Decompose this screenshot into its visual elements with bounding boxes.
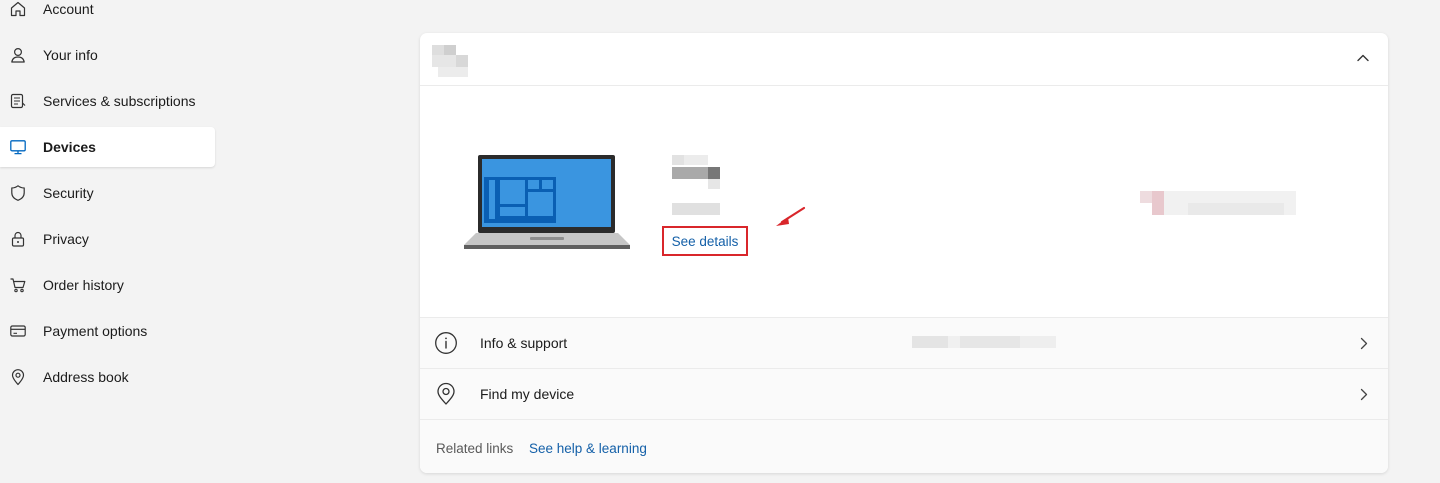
info-icon [435, 332, 457, 354]
sidebar-item-label: Account [43, 1, 94, 17]
sidebar-item-label: Payment options [43, 323, 148, 339]
sidebar-item-label: Services & subscriptions [43, 93, 196, 109]
lock-icon [11, 231, 25, 247]
see-details-link[interactable]: See details [662, 226, 748, 256]
sidebar-item-account[interactable]: Account [0, 0, 215, 29]
monitor-icon [10, 140, 26, 155]
chevron-right-icon [1360, 388, 1368, 401]
person-icon [11, 47, 25, 63]
location-pin-icon [11, 369, 25, 386]
see-help-learning-link[interactable]: See help & learning [529, 441, 647, 456]
related-links-label: Related links [436, 441, 514, 456]
annotation-arrow-icon [776, 206, 806, 226]
shield-icon [11, 185, 25, 201]
sidebar-item-your-info[interactable]: Your info [0, 35, 215, 75]
info-support-label: Info & support [480, 335, 568, 351]
location-pin-icon [437, 382, 455, 405]
find-my-device-label: Find my device [480, 386, 575, 402]
sidebar-item-label: Privacy [43, 231, 89, 247]
sidebar-nav: Account Your info Services & subscriptio… [0, 0, 215, 483]
sidebar-item-label: Order history [43, 277, 124, 293]
sidebar-item-services-subscriptions[interactable]: Services & subscriptions [0, 81, 215, 121]
sidebar-item-privacy[interactable]: Privacy [0, 219, 215, 259]
laptop-icon [464, 155, 630, 249]
find-my-device-row[interactable]: Find my device [420, 368, 1388, 419]
sidebar-item-security[interactable]: Security [0, 173, 215, 213]
sidebar-item-label: Address book [43, 369, 129, 385]
sidebar-item-order-history[interactable]: Order history [0, 265, 215, 305]
sidebar-item-devices[interactable]: Devices [0, 127, 215, 167]
cart-icon [10, 278, 26, 293]
sidebar-item-label: Security [43, 185, 94, 201]
sidebar-item-payment-options[interactable]: Payment options [0, 311, 215, 351]
sidebar-item-address-book[interactable]: Address book [0, 357, 215, 397]
sidebar-item-label: Your info [43, 47, 98, 63]
chevron-up-icon[interactable] [1356, 53, 1370, 63]
related-links-footer: Related links See help & learning [420, 419, 1388, 473]
home-icon [10, 1, 26, 17]
subscriptions-icon [10, 93, 26, 109]
chevron-right-icon [1360, 337, 1368, 350]
see-details-label: See details [671, 233, 739, 249]
info-support-row[interactable]: Info & support [420, 317, 1388, 368]
sidebar-item-label: Devices [43, 139, 96, 155]
credit-card-icon [10, 325, 26, 337]
device-card: See details Info & support Find my devic… [420, 33, 1388, 473]
device-card-header[interactable] [420, 33, 1388, 86]
